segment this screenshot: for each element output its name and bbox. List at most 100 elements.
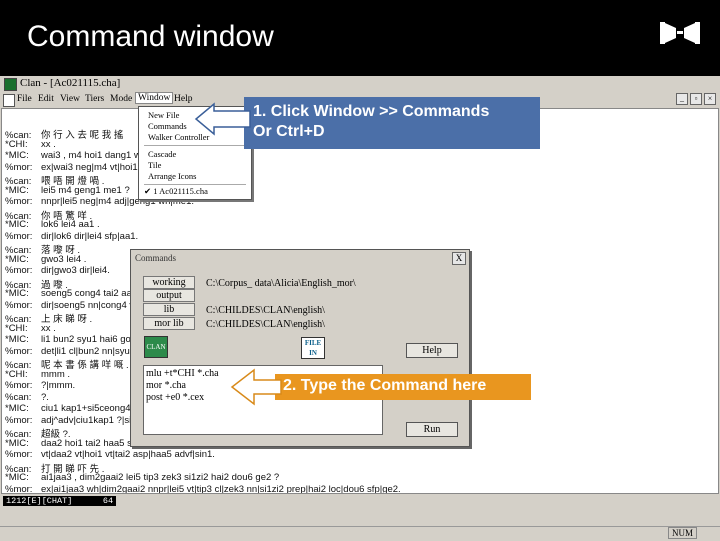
menu-arrange-icons[interactable]: Arrange Icons (148, 171, 196, 181)
menu-new-file[interactable]: New File (148, 110, 179, 120)
utterance-text: ciu1 kap1+si5ceong4 (41, 403, 131, 414)
menu-help[interactable]: Help (174, 94, 192, 104)
transcript-line: %can: 喂 唔 開 燈 喎 . (5, 173, 104, 187)
transcript-line: %can: 超級 ?. (5, 426, 71, 440)
step1-line2: Or Ctrl+D (253, 123, 325, 140)
working-button[interactable]: working (143, 276, 195, 289)
tier-code: %mor: (5, 380, 33, 391)
tier-code: *MIC: (5, 288, 29, 299)
run-button[interactable]: Run (406, 422, 458, 437)
transcript-line: *MIC: lei5 m4 geng1 me1 ? (5, 185, 130, 196)
menu-open-document[interactable]: ✔ 1 Ac021115.cha (144, 186, 208, 197)
menu-commands[interactable]: Commands (148, 121, 187, 131)
document-icon[interactable] (3, 94, 15, 107)
utterance-text: xx . (41, 138, 56, 150)
mdi-controls: _ ▫ × (676, 93, 716, 105)
transcript-line: %mor: ?|mmm. (5, 380, 75, 391)
transcript-line: %can: 你 唔 驚 咩 . (5, 208, 92, 222)
restore-icon[interactable]: ▫ (690, 93, 702, 105)
transcript-line: *MIC: wai3 , m4 hoi1 dang1 wo (5, 150, 146, 161)
transcript-line: %mor: dir|soeng5 nn|cong4 vt (5, 300, 137, 311)
tier-code: %mor: (5, 345, 33, 357)
transcript-line: %can: 打 開 睇 吓 先 . (5, 461, 104, 475)
transcript-line: %mor: adj^adv|ciu1kap1 ?|si5 (5, 415, 136, 426)
output-button[interactable]: output (143, 289, 195, 302)
file-in-label-bottom: IN (309, 349, 317, 357)
menu-edit[interactable]: Edit (38, 94, 54, 104)
transcript-line: %mor: dir|lok6 dir|lei4 sfp|aa1. (5, 231, 138, 242)
menu-walker-controller[interactable]: Walker Controller (148, 132, 209, 142)
transcript-line: %mor: ex|ai1jaa3 wh|dim2gaai2 nnpr|lei5 v… (5, 483, 401, 494)
utterance-text: dir|lok6 dir|lei4 sfp|aa1. (41, 230, 139, 242)
lib-button[interactable]: lib (143, 303, 195, 316)
transcript-line: %mor: ex|wai3 neg|m4 vt|hoi1 (5, 162, 138, 173)
mor-lib-button[interactable]: mor lib (143, 317, 195, 330)
tier-code: *CHI: (5, 138, 28, 150)
tier-code: *MIC: (5, 403, 29, 414)
menu-window[interactable]: Window (134, 92, 174, 104)
menu-view[interactable]: View (60, 94, 80, 104)
status-position-text: 1212[E][CHAT] (6, 496, 73, 506)
menu-separator (144, 184, 246, 185)
transcript-line: %can: 落 嚟 呀 . (5, 242, 80, 256)
utterance-text: gwo3 lei4 . (41, 253, 87, 265)
tier-code: *CHI: (5, 322, 28, 334)
num-lock-indicator: NUM (668, 527, 698, 539)
utterance-text: ex|wai3 neg|m4 vt|hoi1 (41, 161, 138, 173)
file-in-label-top: FILE (304, 339, 322, 347)
transcript-line: *MIC: li1 bun2 syu1 hai6 gong (5, 334, 141, 345)
utterance-text: lei5 m4 geng1 me1 ? (41, 184, 130, 196)
transcript-line: %mor: dir|gwo3 dir|lei4. (5, 265, 110, 276)
utterance-text: adj^adv|ciu1kap1 ?|si5 (41, 414, 137, 426)
step2-callout: 2. Type the Command here (275, 374, 531, 400)
transcript-line: *MIC: ciu1 kap1+si5ceong4 (5, 403, 131, 414)
menu-cascade[interactable]: Cascade (148, 149, 176, 159)
utterance-text: ex|ai1jaa3 wh|dim2gaai2 nnpr|lei5 vt|tip… (41, 483, 401, 494)
commands-dialog: Commands X working output lib mor lib C:… (130, 249, 470, 447)
dialog-close-icon[interactable]: X (452, 252, 466, 265)
minimize-icon[interactable]: _ (676, 93, 688, 105)
clan-app-icon (4, 78, 17, 91)
utterance-text: ?|mmm. (41, 380, 76, 391)
command-line-1: mlu +t*CHI *.cha (146, 368, 219, 379)
transcript-line: %can: 過 嚟 . (5, 277, 68, 291)
menu-tile[interactable]: Tile (148, 160, 161, 170)
command-line-2: mor *.cha (146, 380, 186, 391)
close-icon[interactable]: × (704, 93, 716, 105)
transcript-line: *MIC: gwo3 lei4 . (5, 254, 86, 265)
menu-file[interactable]: File (17, 94, 32, 104)
logo-icon (660, 22, 700, 44)
tier-code: %mor: (5, 161, 33, 173)
status-bar (0, 526, 720, 541)
utterance-text: xx . (41, 322, 56, 334)
transcript-line: *MIC: lok6 lei4 aa1 . (5, 219, 100, 230)
utterance-text: wai3 , m4 hoi1 dang1 wo (41, 150, 147, 161)
command-line-3: post +e0 *.cex (146, 392, 205, 403)
working-path: C:\Corpus_ data\Alicia\English_mor\ (206, 278, 356, 289)
transcript-line: %can: 呢 本 書 係 講 咩 嘅 . (5, 357, 129, 371)
utterance-text: det|li1 cl|bun2 nn|syu1 (41, 345, 136, 357)
help-button[interactable]: Help (406, 343, 458, 358)
transcript-line: *CHI: xx . (5, 323, 56, 334)
utterance-text: vt|daa2 vt|hoi1 vt|tai2 asp|haa5 advf|si… (41, 449, 215, 460)
window-menu-dropdown: New File Commands Walker Controller Casc… (138, 106, 252, 200)
utterance-text: lok6 lei4 aa1 . (41, 219, 100, 230)
tier-code: %mor: (5, 196, 33, 207)
menu-mode[interactable]: Mode (110, 94, 132, 104)
step1-line1: 1. Click Window >> Commands (253, 103, 490, 120)
utterance-text: daa2 hoi1 tai2 haa5 sin (41, 437, 140, 449)
transcript-line: %can: 你 行 入 去 呢 我 搖 (5, 127, 123, 141)
step1-callout: 1. Click Window >> Commands Or Ctrl+D (244, 97, 540, 149)
utterance-text: soeng5 cong4 tai2 aa (41, 288, 132, 299)
transcript-line: *MIC: daa2 hoi1 tai2 haa5 sin (5, 438, 139, 449)
file-in-icon[interactable]: FILE IN (301, 337, 325, 359)
mor-lib-path: C:\CHILDES\CLAN\english\ (206, 319, 325, 330)
tier-code: %can: (5, 391, 32, 403)
menu-tiers[interactable]: Tiers (85, 94, 104, 104)
dialog-title: Commands (135, 253, 177, 263)
utterance-text: ?. (41, 391, 49, 403)
utterance-text: li1 bun2 syu1 hai6 gong (41, 334, 142, 345)
tier-code: %mor: (5, 230, 33, 242)
tier-code: *MIC: (5, 219, 29, 230)
clan-icon[interactable]: CLAN (144, 336, 168, 358)
